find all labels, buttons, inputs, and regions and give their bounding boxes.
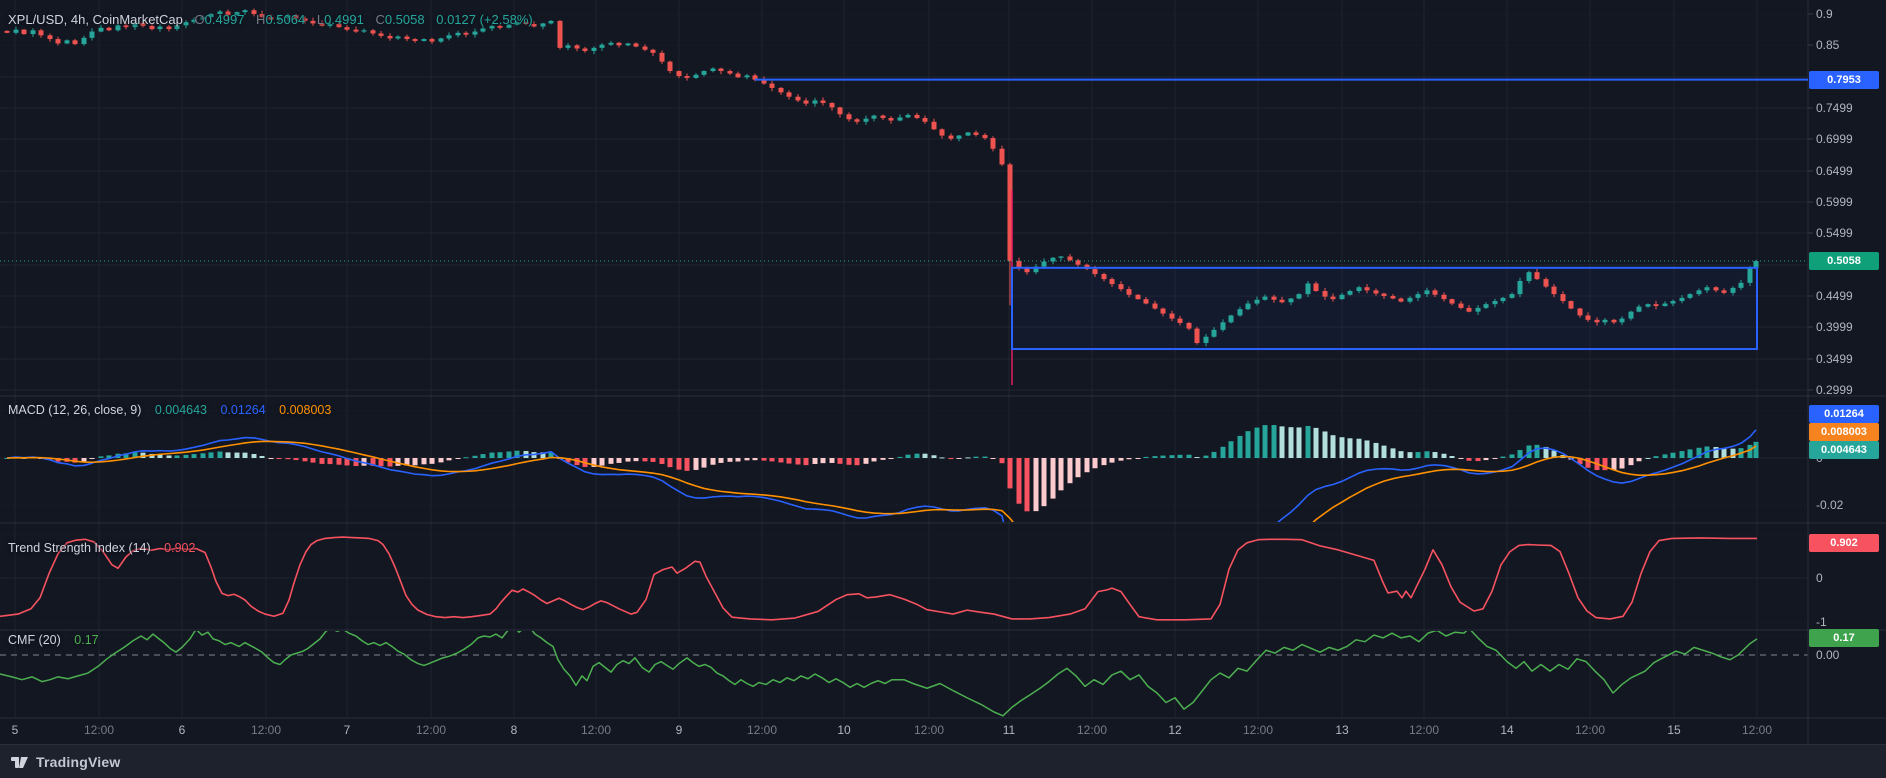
low-value: 0.4991	[324, 12, 364, 27]
symbol-name: XPL/USD	[8, 12, 64, 27]
time-axis-label: 12:00	[415, 723, 447, 737]
time-axis-label: 12:00	[1076, 723, 1108, 737]
chart-window: XPL/USD, 4h, CoinMarketCap O0.4997 H0.50…	[0, 0, 1886, 778]
price-axis-label: 0.5999	[1816, 195, 1853, 209]
time-axis-label: 7	[343, 723, 351, 737]
time-axis-label: 12:00	[1242, 723, 1274, 737]
price-axis-label: 0.3499	[1816, 352, 1853, 366]
time-axis-label: 9	[675, 723, 683, 737]
time-axis-label: 5	[11, 723, 19, 737]
tsi-legend[interactable]: Trend Strength Index (14) 0.902	[8, 541, 195, 555]
price-axis-label: 0.6999	[1816, 132, 1853, 146]
cmf-value: 0.17	[74, 633, 99, 647]
price-axis-label: -1	[1816, 615, 1827, 629]
time-axis-label: 13	[1335, 723, 1349, 737]
price-axis-label: 0	[1816, 571, 1823, 585]
price-axis-label: 0.7499	[1816, 101, 1853, 115]
macd-legend[interactable]: MACD (12, 26, close, 9) 0.004643 0.01264…	[8, 403, 331, 417]
footer-bar: TradingView	[0, 744, 1886, 778]
macd-hist-value: 0.004643	[154, 403, 208, 417]
time-axis-label: 14	[1500, 723, 1514, 737]
axis-badge: 0.008003	[1809, 423, 1879, 441]
price-axis-label: -0.02	[1816, 498, 1844, 512]
close-value: 0.5058	[384, 12, 425, 27]
tsi-value: 0.902	[164, 541, 196, 555]
chart-canvas[interactable]	[0, 0, 1886, 778]
price-axis[interactable]: 0.9 0.85 0.7499 0.6999 0.6499 0.5999 0.5499 0.4…	[1808, 0, 1886, 744]
change-value: 0.0127 (+2.58%)	[436, 12, 533, 27]
axis-badge: 0.17	[1809, 629, 1879, 647]
time-axis-label: 15	[1667, 723, 1681, 737]
time-axis-label: 12:00	[913, 723, 945, 737]
price-axis-label: 0.2999	[1816, 383, 1853, 397]
tradingview-link[interactable]: TradingView	[10, 753, 120, 772]
price-axis-label: 0.00	[1816, 648, 1840, 662]
price-axis-label: 0.5499	[1816, 226, 1853, 240]
time-axis-label: 6	[178, 723, 186, 737]
tradingview-logo-icon	[11, 756, 28, 768]
axis-badge: 0.004643	[1809, 441, 1879, 459]
high-value: 0.5064	[265, 12, 306, 27]
axis-badge: 0.5058	[1809, 252, 1879, 270]
time-axis-label: 12:00	[250, 723, 282, 737]
time-axis-label: 12:00	[1741, 723, 1773, 737]
axis-badge: 0.902	[1809, 534, 1879, 552]
time-axis-label: 12:00	[83, 723, 115, 737]
open-value: 0.4997	[204, 12, 245, 27]
axis-badge: 0.01264	[1809, 405, 1879, 423]
exchange-label: CoinMarketCap	[92, 12, 183, 27]
time-axis-label: 12:00	[1408, 723, 1440, 737]
price-axis-label: 0.9	[1816, 7, 1833, 21]
time-axis-label: 12:00	[1574, 723, 1606, 737]
open-label: O	[194, 12, 205, 27]
low-label: L	[316, 12, 325, 27]
symbol-legend[interactable]: XPL/USD, 4h, CoinMarketCap O0.4997 H0.50…	[8, 12, 533, 27]
close-label: C	[375, 12, 385, 27]
price-axis-label: 0.3999	[1816, 320, 1853, 334]
time-axis-label: 11	[1002, 723, 1016, 737]
interval-label: 4h	[70, 12, 86, 27]
macd-signal-value: 0.008003	[279, 403, 332, 417]
macd-line-value: 0.01264	[220, 403, 266, 417]
time-axis-label: 12	[1168, 723, 1182, 737]
price-axis-label: 0.85	[1816, 38, 1840, 52]
time-axis[interactable]: 5 12:00 6 12:00 7 12:00 8 12:00 9 12:00 10 12:00 11 1…	[0, 718, 1808, 744]
axis-badge: 0.7953	[1809, 71, 1879, 89]
time-axis-label: 12:00	[580, 723, 612, 737]
time-axis-label: 10	[837, 723, 851, 737]
price-axis-label: 0.6499	[1816, 164, 1853, 178]
time-axis-label: 8	[510, 723, 518, 737]
price-axis-label: 0.4499	[1816, 289, 1853, 303]
time-axis-label: 12:00	[746, 723, 778, 737]
tradingview-brand: TradingView	[36, 754, 121, 770]
cmf-legend[interactable]: CMF (20) 0.17	[8, 633, 99, 647]
